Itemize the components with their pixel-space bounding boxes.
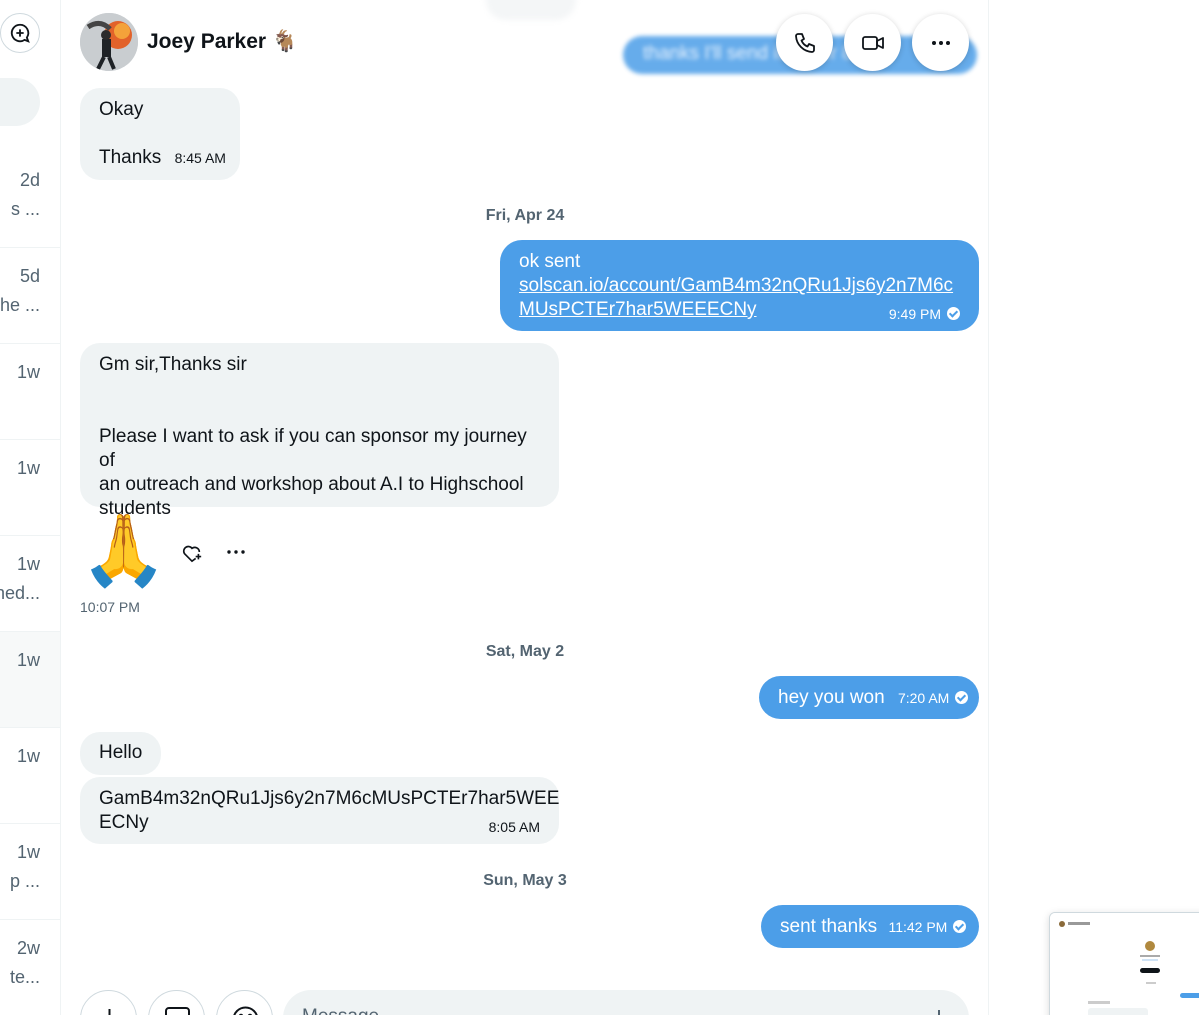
- conversation-item[interactable]: 1w p ...: [0, 824, 60, 920]
- message-bubble-incoming[interactable]: Okay Thanks 8:45 AM: [80, 88, 240, 180]
- message-bubble-incoming[interactable]: GamB4m32nQRu1Jjs6y2n7M6cMUsPCTEr7har5WEE…: [80, 777, 559, 844]
- new-message-button[interactable]: [0, 13, 40, 53]
- message-text: Hello: [99, 742, 143, 763]
- heart-plus-icon: [182, 545, 202, 563]
- message-link[interactable]: solscan.io/account/GamB4m32nQRu1Jjs6y2n7…: [519, 274, 960, 298]
- message-text: GamB4m32nQRu1Jjs6y2n7M6cMUsPCTEr7har5WEE: [99, 788, 560, 809]
- conversation-time: 2w: [16, 938, 40, 958]
- chat-panel: Joey Parker 🐐 thanks I'll send it to her…: [61, 0, 989, 1015]
- conversation-item[interactable]: 1w ned...: [0, 536, 60, 632]
- message-text: Thanks: [99, 147, 162, 168]
- voice-call-button[interactable]: [776, 14, 833, 71]
- conversation-time: 2d: [19, 170, 40, 190]
- more-icon: [227, 550, 245, 554]
- message-time: 8:05 AM: [488, 819, 540, 835]
- add-media-button[interactable]: [80, 990, 137, 1015]
- react-button[interactable]: [181, 541, 203, 568]
- phone-icon: [794, 32, 815, 53]
- plus-icon: [108, 1009, 111, 1015]
- compose-icon: [10, 23, 30, 43]
- message-text: ok sent: [519, 251, 581, 272]
- conversation-time: 1w: [16, 842, 40, 862]
- date-separator: Sun, May 3: [483, 872, 567, 889]
- conversation-snippet: te...: [9, 967, 40, 987]
- message-bubble-incoming[interactable]: Gm sir,Thanks sir Please I want to ask i…: [80, 343, 559, 519]
- message-time: 7:20 AM: [897, 690, 950, 706]
- conversation-time: 5d: [19, 266, 40, 286]
- conversation-snippet: p ...: [9, 871, 40, 891]
- message-bubble-outgoing[interactable]: sent thanks 11:42 PM: [761, 905, 979, 948]
- avatar[interactable]: [80, 13, 138, 71]
- more-options-button[interactable]: [912, 14, 969, 71]
- screenshot-thumbnail[interactable]: [1049, 912, 1199, 1015]
- video-call-button[interactable]: [844, 14, 901, 71]
- scrolled-message-fragment: [486, 0, 576, 20]
- message-text: Please I want to ask if you can sponsor …: [99, 426, 527, 471]
- emoji-button[interactable]: [216, 990, 273, 1015]
- send-icon[interactable]: [929, 1006, 949, 1015]
- message-time: 8:45 AM: [174, 150, 226, 166]
- smiley-icon: [233, 1006, 258, 1015]
- read-check-icon: [947, 307, 960, 320]
- gif-icon: [165, 1007, 190, 1015]
- conversation-time: 1w: [16, 746, 40, 766]
- conversation-snippet: s ...: [10, 199, 40, 219]
- conversation-item[interactable]: 1w: [0, 728, 60, 824]
- conversation-time: 1w: [16, 554, 40, 574]
- message-bubble-outgoing[interactable]: hey you won 7:20 AM: [759, 676, 979, 719]
- message-text: ECNy: [99, 812, 149, 833]
- conversation-snippet: ned...: [0, 583, 40, 603]
- message-input[interactable]: Message: [283, 990, 969, 1015]
- message-time: 9:49 PM: [888, 306, 941, 322]
- conversation-item[interactable]: 1w: [0, 440, 60, 536]
- date-separator: Fri, Apr 24: [485, 207, 565, 224]
- conversation-item-active[interactable]: 1w: [0, 632, 60, 728]
- video-camera-icon: [861, 35, 884, 50]
- message-more-button[interactable]: [226, 541, 246, 568]
- message-text: Okay: [99, 99, 144, 120]
- message-text: sent thanks: [780, 916, 878, 937]
- read-check-icon: [955, 691, 969, 704]
- conversation-time: 1w: [16, 362, 40, 382]
- avatar-image: [80, 13, 138, 71]
- message-input-placeholder: Message: [302, 1006, 379, 1015]
- message-bubble-outgoing[interactable]: ok sent solscan.io/account/GamB4m32nQRu1…: [500, 240, 979, 331]
- message-time: 11:42 PM: [888, 919, 948, 935]
- conversation-list: 2d s ... 5d he ... 1w 1w 1w ned... 1w 1w…: [0, 0, 61, 1015]
- conversation-item[interactable]: 5d he ...: [0, 248, 60, 344]
- conversation-item[interactable]: 2w te...: [0, 920, 60, 1015]
- read-check-icon: [953, 920, 967, 933]
- conversation-item[interactable]: 1w: [0, 344, 60, 440]
- date-separator: Sat, May 2: [485, 643, 565, 660]
- conversation-snippet: he ...: [0, 295, 40, 315]
- message-text: an outreach and workshop about A.I to Hi…: [99, 474, 524, 495]
- message-bubble-incoming[interactable]: Hello: [80, 732, 161, 775]
- thumbnail-preview-image: [1050, 913, 1199, 1015]
- message-link[interactable]: MUsPCTEr7har5WEEECNy: [519, 299, 757, 320]
- conversation-item[interactable]: 2d s ...: [0, 152, 60, 248]
- conversation-time: 1w: [16, 650, 40, 670]
- search-input[interactable]: [0, 78, 40, 126]
- emoji-message[interactable]: 🙏: [80, 508, 167, 592]
- gif-button[interactable]: [148, 990, 205, 1015]
- message-time: 10:07 PM: [80, 599, 140, 615]
- more-icon: [931, 40, 950, 45]
- contact-name[interactable]: Joey Parker 🐐: [147, 30, 298, 54]
- message-text: Gm sir,Thanks sir: [99, 354, 247, 375]
- conversation-time: 1w: [16, 458, 40, 478]
- message-text: hey you won: [778, 687, 885, 708]
